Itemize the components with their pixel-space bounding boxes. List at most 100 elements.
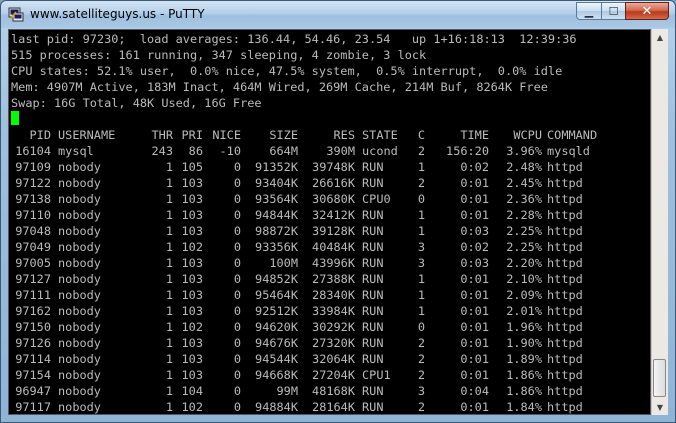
- cell-command: httpd: [547, 208, 583, 222]
- cell-thr: 1: [165, 256, 173, 270]
- cell-size: 94676K: [255, 336, 298, 350]
- cell-nice: 0: [233, 160, 241, 174]
- cell-time: 0:04: [460, 384, 489, 398]
- cell-res: 39128K: [312, 224, 355, 238]
- cell-nice: 0: [233, 368, 241, 382]
- column-header-cpu: C: [417, 128, 425, 142]
- cell-command: httpd: [547, 384, 583, 398]
- cell-state: CPU0: [362, 192, 391, 206]
- cell-wcpu: 2.01%: [506, 304, 542, 318]
- vertical-scrollbar[interactable]: ▲ ▼: [651, 29, 668, 415]
- cell-command: httpd: [547, 176, 583, 190]
- cell-pid: 97114: [15, 352, 51, 366]
- cell-command: httpd: [547, 304, 583, 318]
- cell-pid: 97111: [15, 288, 51, 302]
- minimize-button[interactable]: ▁: [576, 2, 602, 20]
- table-row: 97049 nobody 1 102 0 93356K 40484K RUN 3 0:02 2.25…: [11, 239, 647, 255]
- terminal-screen[interactable]: last pid: 97230; load averages: 136.44, …: [8, 29, 651, 415]
- cell-username: mysql: [58, 144, 94, 158]
- cpu-states-line: CPU states: 52.1% user, 0.0% nice, 47.5%…: [11, 64, 563, 78]
- cell-state: RUN: [362, 256, 384, 270]
- cell-username: nobody: [58, 256, 101, 270]
- cell-size: 94544K: [255, 352, 298, 366]
- cell-cpu: 3: [417, 256, 425, 270]
- cell-time: 0:02: [460, 160, 489, 174]
- cell-thr: 1: [165, 336, 173, 350]
- cell-pid: 97126: [15, 336, 51, 350]
- table-row: 97126 nobody 1 103 0 94676K 27320K RUN 2 0:01 1.90…: [11, 335, 647, 351]
- column-header-command: COMMAND: [547, 128, 598, 142]
- swap-line: Swap: 16G Total, 48K Used, 16G Free: [11, 96, 262, 110]
- cell-nice: 0: [233, 288, 241, 302]
- cell-pri: 102: [181, 400, 203, 414]
- cell-thr: 1: [165, 304, 173, 318]
- cell-pid: 96947: [15, 384, 51, 398]
- cell-thr: 1: [165, 240, 173, 254]
- cell-pid: 97005: [15, 256, 51, 270]
- cell-wcpu: 1.90%: [506, 336, 542, 350]
- maximize-button[interactable]: ☐: [601, 2, 626, 20]
- cell-pid: 97049: [15, 240, 51, 254]
- cell-res: 27204K: [312, 368, 355, 382]
- cell-thr: 1: [165, 160, 173, 174]
- cell-thr: 1: [165, 400, 173, 414]
- cell-state: ucond: [362, 144, 398, 158]
- cell-command: httpd: [547, 336, 583, 350]
- cell-pri: 103: [181, 352, 203, 366]
- cell-wcpu: 2.28%: [506, 208, 542, 222]
- scrollbar-thumb[interactable]: [653, 359, 666, 397]
- cell-wcpu: 2.10%: [506, 272, 542, 286]
- cell-wcpu: 2.20%: [506, 256, 542, 270]
- cell-size: 93404K: [255, 176, 298, 190]
- cell-command: httpd: [547, 224, 583, 238]
- cell-wcpu: 2.09%: [506, 288, 542, 302]
- cell-wcpu: 1.89%: [506, 352, 542, 366]
- cell-res: 30292K: [312, 320, 355, 334]
- cell-wcpu: 1.86%: [506, 368, 542, 382]
- scroll-down-arrow-icon[interactable]: ▼: [652, 399, 668, 415]
- cell-pid: 97154: [15, 368, 51, 382]
- cell-cpu: 0: [417, 192, 425, 206]
- cell-cpu: 3: [417, 384, 425, 398]
- cell-size: 99M: [276, 384, 298, 398]
- cell-username: nobody: [58, 336, 101, 350]
- table-row: 97154 nobody 1 103 0 94668K 27204K CPU1 2 0:01 1.8…: [11, 367, 647, 383]
- cell-command: httpd: [547, 256, 583, 270]
- cell-nice: 0: [233, 352, 241, 366]
- cell-username: nobody: [58, 384, 101, 398]
- cell-wcpu: 2.36%: [506, 192, 542, 206]
- column-header-username: USERNAME: [58, 128, 116, 142]
- cell-time: 0:03: [460, 256, 489, 270]
- cell-res: 28164K: [312, 400, 355, 414]
- title-bar[interactable]: www.satelliteguys.us - PuTTY ▁ ☐ ✕: [1, 1, 675, 28]
- cell-cpu: 2: [417, 176, 425, 190]
- cell-pid: 97117: [15, 400, 51, 414]
- cell-wcpu: 1.84%: [506, 400, 542, 414]
- cell-wcpu: 1.86%: [506, 384, 542, 398]
- cell-state: RUN: [362, 400, 384, 414]
- column-header-pri: PRI: [181, 128, 203, 142]
- cell-username: nobody: [58, 272, 101, 286]
- cell-state: RUN: [362, 320, 384, 334]
- cell-cpu: 2: [417, 368, 425, 382]
- cell-cpu: 1: [417, 272, 425, 286]
- cell-res: 43996K: [312, 256, 355, 270]
- table-row: 96947 nobody 1 104 0 99M 48168K RUN 3 0:04 1.86% ht…: [11, 383, 647, 399]
- cell-time: 0:01: [460, 272, 489, 286]
- load-average-line: last pid: 97230; load averages: 136.44, …: [11, 32, 577, 46]
- table-row: 97162 nobody 1 103 0 92512K 33984K RUN 1 0:01 2.01…: [11, 303, 647, 319]
- minimize-icon: ▁: [584, 4, 594, 18]
- cell-thr: 1: [165, 352, 173, 366]
- cell-pri: 103: [181, 176, 203, 190]
- cell-thr: 1: [165, 224, 173, 238]
- close-button[interactable]: ✕: [625, 2, 669, 20]
- cell-size: 91352K: [255, 160, 298, 174]
- cell-time: 0:01: [460, 336, 489, 350]
- cell-nice: -10: [219, 144, 241, 158]
- scroll-up-arrow-icon[interactable]: ▲: [652, 29, 668, 45]
- cell-wcpu: 1.96%: [506, 320, 542, 334]
- column-header-pid: PID: [29, 128, 51, 142]
- cell-wcpu: 2.25%: [506, 224, 542, 238]
- cell-pri: 102: [181, 240, 203, 254]
- cell-res: 48168K: [312, 384, 355, 398]
